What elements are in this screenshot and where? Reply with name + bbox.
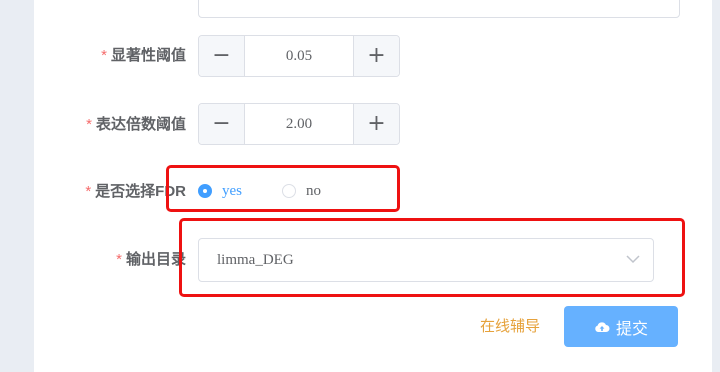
fold-change-input[interactable]: 2.00	[245, 104, 353, 144]
previous-input-field[interactable]	[198, 0, 680, 18]
submit-button[interactable]: 提交	[564, 306, 678, 347]
required-mark: *	[85, 183, 92, 200]
fdr-highlight-box	[166, 165, 400, 212]
cloud-upload-icon	[595, 321, 610, 332]
fold-change-stepper: − 2.00 +	[198, 103, 400, 145]
output-dir-label: * 输出目录	[100, 249, 186, 271]
required-mark: *	[101, 47, 107, 64]
submit-button-label: 提交	[615, 320, 648, 338]
significance-input[interactable]: 0.05	[245, 36, 353, 76]
significance-decrease-button[interactable]: −	[199, 36, 245, 76]
fold-change-label: * 表达倍数阈值	[60, 114, 186, 136]
required-mark: *	[116, 251, 122, 268]
fold-change-decrease-button[interactable]: −	[199, 104, 245, 144]
fold-change-increase-button[interactable]: +	[353, 104, 399, 144]
output-dir-label-text: 输出目录	[125, 251, 186, 268]
significance-stepper: − 0.05 +	[198, 35, 400, 77]
significance-label-text: 显著性阈值	[110, 47, 186, 64]
significance-increase-button[interactable]: +	[353, 36, 399, 76]
online-assist-link[interactable]: 在线辅导	[480, 316, 540, 338]
fold-change-label-text: 表达倍数阈值	[95, 116, 186, 133]
required-mark: *	[86, 116, 92, 133]
significance-label: * 显著性阈值	[80, 45, 186, 67]
output-dir-highlight-box	[179, 218, 685, 297]
